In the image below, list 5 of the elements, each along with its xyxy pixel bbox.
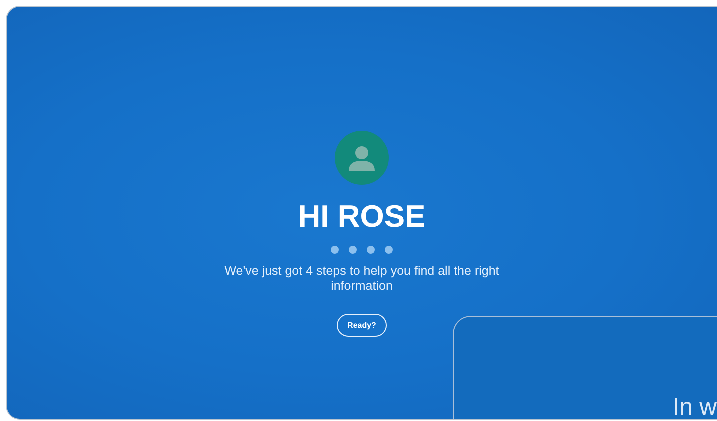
card-heading: In w xyxy=(672,394,717,419)
intro-message: We've just got 4 steps to help you find all the right information xyxy=(224,264,500,294)
ready-button[interactable]: Ready? xyxy=(336,314,388,337)
greeting-title: HI ROSE xyxy=(298,199,426,235)
avatar-icon xyxy=(335,131,389,185)
